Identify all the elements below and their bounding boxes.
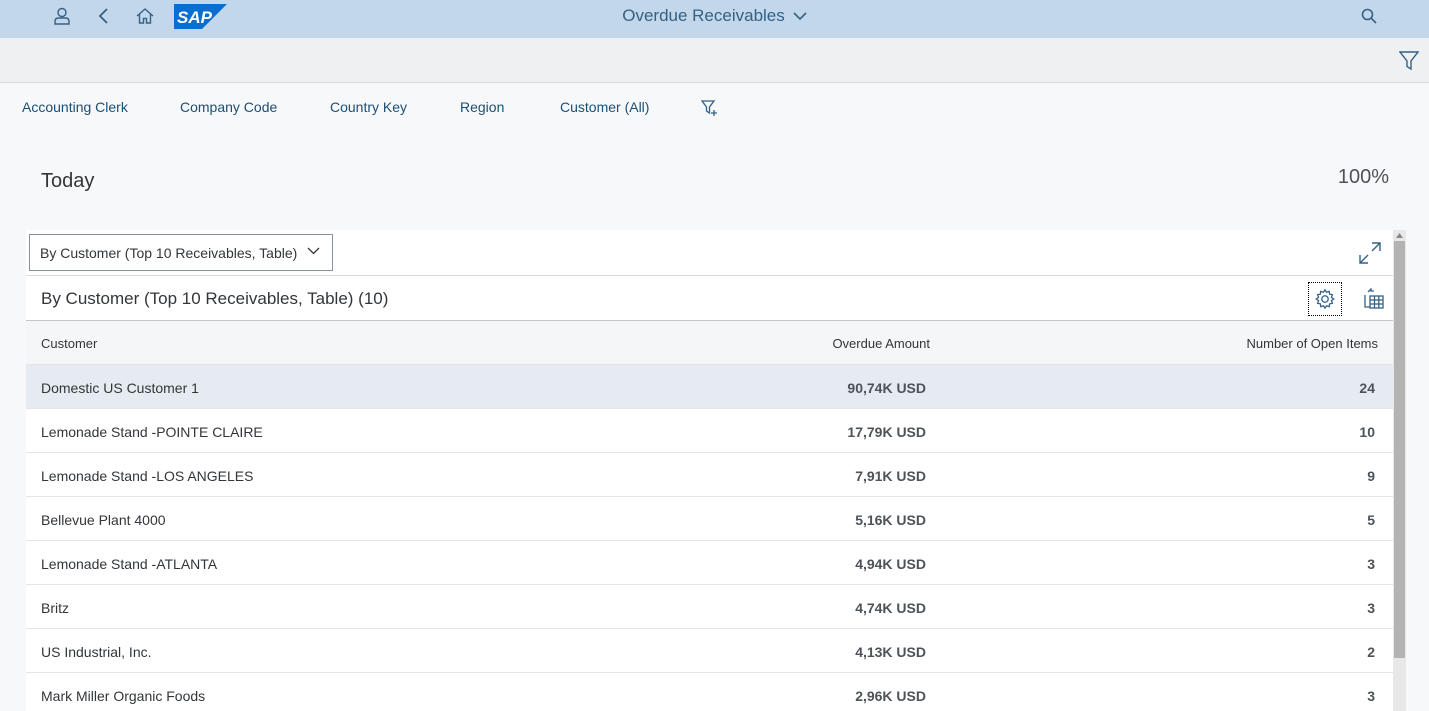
open-items-cell: 3 — [1367, 600, 1375, 616]
svg-text:SAP: SAP — [177, 8, 213, 27]
customer-cell: Lemonade Stand -ATLANTA — [41, 556, 218, 572]
fullscreen-icon[interactable] — [1357, 240, 1383, 266]
column-header-open-items[interactable]: Number of Open Items — [1247, 336, 1379, 351]
open-items-cell: 24 — [1359, 380, 1375, 396]
overdue-amount-cell: 4,94K USD — [855, 556, 926, 572]
export-icon[interactable] — [1356, 282, 1390, 316]
home-icon[interactable] — [131, 0, 159, 32]
customer-cell: Britz — [41, 600, 69, 616]
scrollbar[interactable] — [1393, 230, 1406, 711]
filter-bar: Accounting Clerk Company Code Country Ke… — [0, 83, 1429, 133]
add-filter-icon[interactable] — [699, 98, 721, 118]
table-row[interactable]: Britz 4,74K USD 3 — [26, 585, 1393, 629]
table-row[interactable]: Lemonade Stand -ATLANTA 4,94K USD 3 — [26, 541, 1393, 585]
filter-customer[interactable]: Customer (All) — [560, 99, 649, 115]
customer-cell: Bellevue Plant 4000 — [41, 512, 166, 528]
filter-accounting-clerk[interactable]: Accounting Clerk — [22, 99, 128, 115]
table-row[interactable]: Bellevue Plant 4000 5,16K USD 5 — [26, 497, 1393, 541]
chevron-down-icon — [307, 247, 320, 255]
open-items-cell: 3 — [1367, 688, 1375, 704]
open-items-cell: 5 — [1367, 512, 1375, 528]
customer-cell: Domestic US Customer 1 — [41, 380, 199, 396]
table-header: Customer Overdue Amount Number of Open I… — [26, 321, 1393, 365]
filter-region[interactable]: Region — [460, 99, 504, 115]
table-row[interactable]: US Industrial, Inc. 4,13K USD 2 — [26, 629, 1393, 673]
view-select-value: By Customer (Top 10 Receivables, Table) — [40, 244, 298, 261]
filter-icon[interactable] — [1397, 49, 1421, 73]
overdue-amount-cell: 4,74K USD — [855, 600, 926, 616]
customer-cell: Mark Miller Organic Foods — [41, 688, 206, 704]
shell-bar: SAP Overdue Receivables — [0, 0, 1429, 38]
filter-company-code[interactable]: Company Code — [180, 99, 277, 115]
settings-icon[interactable] — [1308, 282, 1342, 316]
overdue-amount-cell: 5,16K USD — [855, 512, 926, 528]
overdue-amount-cell: 2,96K USD — [855, 688, 926, 704]
divider — [26, 275, 1393, 276]
open-items-cell: 2 — [1367, 644, 1375, 660]
app-title: Overdue Receivables — [622, 6, 785, 25]
table-row[interactable]: Mark Miller Organic Foods 2,96K USD 3 — [26, 673, 1393, 711]
table-row[interactable]: Lemonade Stand -POINTE CLAIRE 17,79K USD 1… — [26, 409, 1393, 453]
filter-country-key[interactable]: Country Key — [330, 99, 407, 115]
app-title-menu[interactable]: Overdue Receivables — [622, 6, 807, 26]
sap-logo[interactable]: SAP — [174, 4, 227, 29]
back-icon[interactable] — [90, 0, 118, 32]
table-card: By Customer (Top 10 Receivables, Table) … — [26, 230, 1393, 711]
table-row[interactable]: Lemonade Stand -LOS ANGELES 7,91K USD 9 — [26, 453, 1393, 497]
overdue-amount-cell: 7,91K USD — [855, 468, 926, 484]
chevron-down-icon — [793, 11, 807, 20]
scroll-up-icon[interactable] — [1393, 230, 1406, 241]
open-items-cell: 9 — [1367, 468, 1375, 484]
table-title: By Customer (Top 10 Receivables, Table) … — [41, 289, 389, 308]
period-label: Today — [41, 170, 95, 192]
search-icon[interactable] — [1355, 0, 1383, 32]
scroll-thumb[interactable] — [1394, 241, 1405, 658]
customer-cell: Lemonade Stand -POINTE CLAIRE — [41, 424, 263, 440]
customer-cell: US Industrial, Inc. — [41, 644, 152, 660]
column-header-customer[interactable]: Customer — [41, 336, 97, 351]
column-header-overdue-amount[interactable]: Overdue Amount — [832, 336, 930, 351]
percent-label: 100% — [1337, 166, 1389, 188]
overdue-amount-cell: 4,13K USD — [855, 644, 926, 660]
overdue-amount-cell: 17,79K USD — [847, 424, 926, 440]
open-items-cell: 3 — [1367, 556, 1375, 572]
overdue-amount-cell: 90,74K USD — [847, 380, 926, 396]
table-body: Domestic US Customer 1 90,74K USD 24 Lemona… — [26, 365, 1393, 711]
table-row[interactable]: Domestic US Customer 1 90,74K USD 24 — [26, 365, 1393, 409]
view-select[interactable]: By Customer (Top 10 Receivables, Table) — [29, 234, 333, 271]
sub-header — [0, 38, 1429, 83]
open-items-cell: 10 — [1359, 424, 1375, 440]
customer-cell: Lemonade Stand -LOS ANGELES — [41, 468, 254, 484]
user-icon[interactable] — [48, 0, 76, 32]
